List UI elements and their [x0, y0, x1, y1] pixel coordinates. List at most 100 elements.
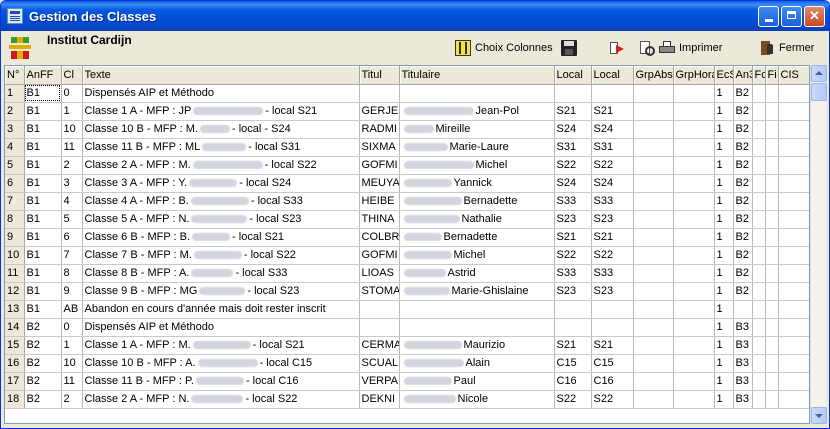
- cell-grphora[interactable]: [673, 174, 715, 193]
- cell-titul[interactable]: [359, 84, 400, 103]
- cell-grphora[interactable]: [673, 354, 715, 373]
- cell-ecs[interactable]: 1: [714, 372, 734, 391]
- table-row[interactable]: 13 B1 AB Abandon en cours d'année mais doit…: [5, 300, 809, 319]
- cell-cis[interactable]: [778, 210, 809, 229]
- cell-titul[interactable]: GOFMI: [359, 156, 400, 175]
- cell-grpabs[interactable]: [633, 282, 674, 301]
- cell-titulaire[interactable]: Michel: [399, 246, 555, 265]
- cell-grpabs[interactable]: [633, 138, 674, 157]
- cell-an3[interactable]: B2: [733, 246, 753, 265]
- cell-anff[interactable]: B1: [24, 300, 62, 319]
- cell-anff[interactable]: B1: [24, 102, 62, 121]
- table-row[interactable]: 17 B2 11 Classe 11 B - MFP : P. - local C16 V…: [5, 372, 809, 391]
- column-header[interactable]: Local: [554, 66, 592, 85]
- cell-grphora[interactable]: [673, 318, 715, 337]
- cell-texte[interactable]: Classe 8 B - MFP : A. - local S33: [82, 264, 360, 283]
- cell-grphora[interactable]: [673, 246, 715, 265]
- cell-grphora[interactable]: [673, 264, 715, 283]
- cell-fo[interactable]: [752, 264, 766, 283]
- cell-an3[interactable]: B2: [733, 174, 753, 193]
- row-number[interactable]: 15: [5, 336, 25, 355]
- row-number[interactable]: 11: [5, 264, 25, 283]
- cell-titul[interactable]: [359, 300, 400, 319]
- cell-titulaire[interactable]: Paul: [399, 372, 555, 391]
- cell-an3[interactable]: B3: [733, 372, 753, 391]
- cell-an3[interactable]: B2: [733, 84, 753, 103]
- cell-fi[interactable]: [765, 300, 779, 319]
- row-number[interactable]: 16: [5, 354, 25, 373]
- cell-cis[interactable]: [778, 282, 809, 301]
- cell-cis[interactable]: [778, 228, 809, 247]
- choose-columns-button[interactable]: Choix Colonnes: [455, 39, 553, 57]
- cell-grpabs[interactable]: [633, 336, 674, 355]
- cell-anff[interactable]: B1: [24, 192, 62, 211]
- maximize-button[interactable]: [781, 6, 802, 27]
- cell-local1[interactable]: S33: [554, 192, 592, 211]
- column-header[interactable]: Local: [591, 66, 634, 85]
- cell-titulaire[interactable]: Marie-Ghislaine: [399, 282, 555, 301]
- cell-anff[interactable]: B1: [24, 282, 62, 301]
- cell-ecs[interactable]: 1: [714, 210, 734, 229]
- export-button[interactable]: [609, 39, 629, 57]
- cell-anff[interactable]: B2: [24, 372, 62, 391]
- cell-an3[interactable]: B2: [733, 102, 753, 121]
- cell-fo[interactable]: [752, 102, 766, 121]
- cell-fo[interactable]: [752, 336, 766, 355]
- cell-an3[interactable]: [733, 300, 753, 319]
- classes-grid[interactable]: N° AnFF Cl Texte Titul Titulaire Local L…: [4, 65, 810, 424]
- table-row[interactable]: 10 B1 7 Classe 7 B - MFP : M. - local S22 GOF…: [5, 246, 809, 265]
- cell-fi[interactable]: [765, 282, 779, 301]
- cell-anff[interactable]: B2: [24, 390, 62, 409]
- cell-titulaire[interactable]: Yannick: [399, 174, 555, 193]
- cell-local1[interactable]: S21: [554, 336, 592, 355]
- cell-local1[interactable]: S24: [554, 174, 592, 193]
- cell-cis[interactable]: [778, 192, 809, 211]
- cell-titul[interactable]: COLBR: [359, 228, 400, 247]
- cell-fi[interactable]: [765, 228, 779, 247]
- cell-cis[interactable]: [778, 264, 809, 283]
- cell-titul[interactable]: SIXMA: [359, 138, 400, 157]
- cell-cis[interactable]: [778, 336, 809, 355]
- close-window-button[interactable]: ✕: [804, 6, 825, 27]
- table-row[interactable]: 5 B1 2 Classe 2 A - MFP : M. - local S22 GOFM…: [5, 156, 809, 175]
- cell-titulaire[interactable]: Astrid: [399, 264, 555, 283]
- cell-cis[interactable]: [778, 246, 809, 265]
- cell-grpabs[interactable]: [633, 174, 674, 193]
- cell-cl[interactable]: 5: [61, 210, 83, 229]
- cell-ecs[interactable]: 1: [714, 120, 734, 139]
- column-header[interactable]: N°: [5, 66, 25, 85]
- cell-local1[interactable]: S33: [554, 264, 592, 283]
- cell-an3[interactable]: B3: [733, 336, 753, 355]
- cell-texte[interactable]: Classe 3 A - MFP : Y. - local S24: [82, 174, 360, 193]
- cell-cis[interactable]: [778, 354, 809, 373]
- cell-local2[interactable]: S24: [591, 174, 634, 193]
- cell-grpabs[interactable]: [633, 246, 674, 265]
- table-row[interactable]: 8 B1 5 Classe 5 A - MFP : N. - local S23 THIN…: [5, 210, 809, 229]
- cell-titulaire[interactable]: Mireille: [399, 120, 555, 139]
- cell-cl[interactable]: 9: [61, 282, 83, 301]
- cell-an3[interactable]: B2: [733, 120, 753, 139]
- cell-cis[interactable]: [778, 174, 809, 193]
- cell-titulaire[interactable]: Jean-Pol: [399, 102, 555, 121]
- cell-grphora[interactable]: [673, 138, 715, 157]
- cell-texte[interactable]: Classe 10 B - MFP : M. - local - S24: [82, 120, 360, 139]
- cell-titul[interactable]: [359, 318, 400, 337]
- row-number[interactable]: 1: [5, 84, 25, 103]
- cell-cl[interactable]: 1: [61, 102, 83, 121]
- row-number[interactable]: 5: [5, 156, 25, 175]
- cell-fi[interactable]: [765, 210, 779, 229]
- cell-ecs[interactable]: 1: [714, 156, 734, 175]
- cell-cis[interactable]: [778, 156, 809, 175]
- cell-an3[interactable]: B2: [733, 156, 753, 175]
- cell-an3[interactable]: B2: [733, 138, 753, 157]
- cell-anff[interactable]: B1: [24, 156, 62, 175]
- cell-cl[interactable]: 0: [61, 318, 83, 337]
- cell-titul[interactable]: DEKNI: [359, 390, 400, 409]
- cell-texte[interactable]: Classe 2 A - MFP : M. - local S22: [82, 156, 360, 175]
- table-row[interactable]: 4 B1 11 Classe 11 B - MFP : ML - local S31 SI…: [5, 138, 809, 157]
- row-number[interactable]: 2: [5, 102, 25, 121]
- cell-titul[interactable]: RADMI: [359, 120, 400, 139]
- cell-fi[interactable]: [765, 174, 779, 193]
- cell-titulaire[interactable]: Bernadette: [399, 192, 555, 211]
- column-header[interactable]: Titulaire: [399, 66, 555, 85]
